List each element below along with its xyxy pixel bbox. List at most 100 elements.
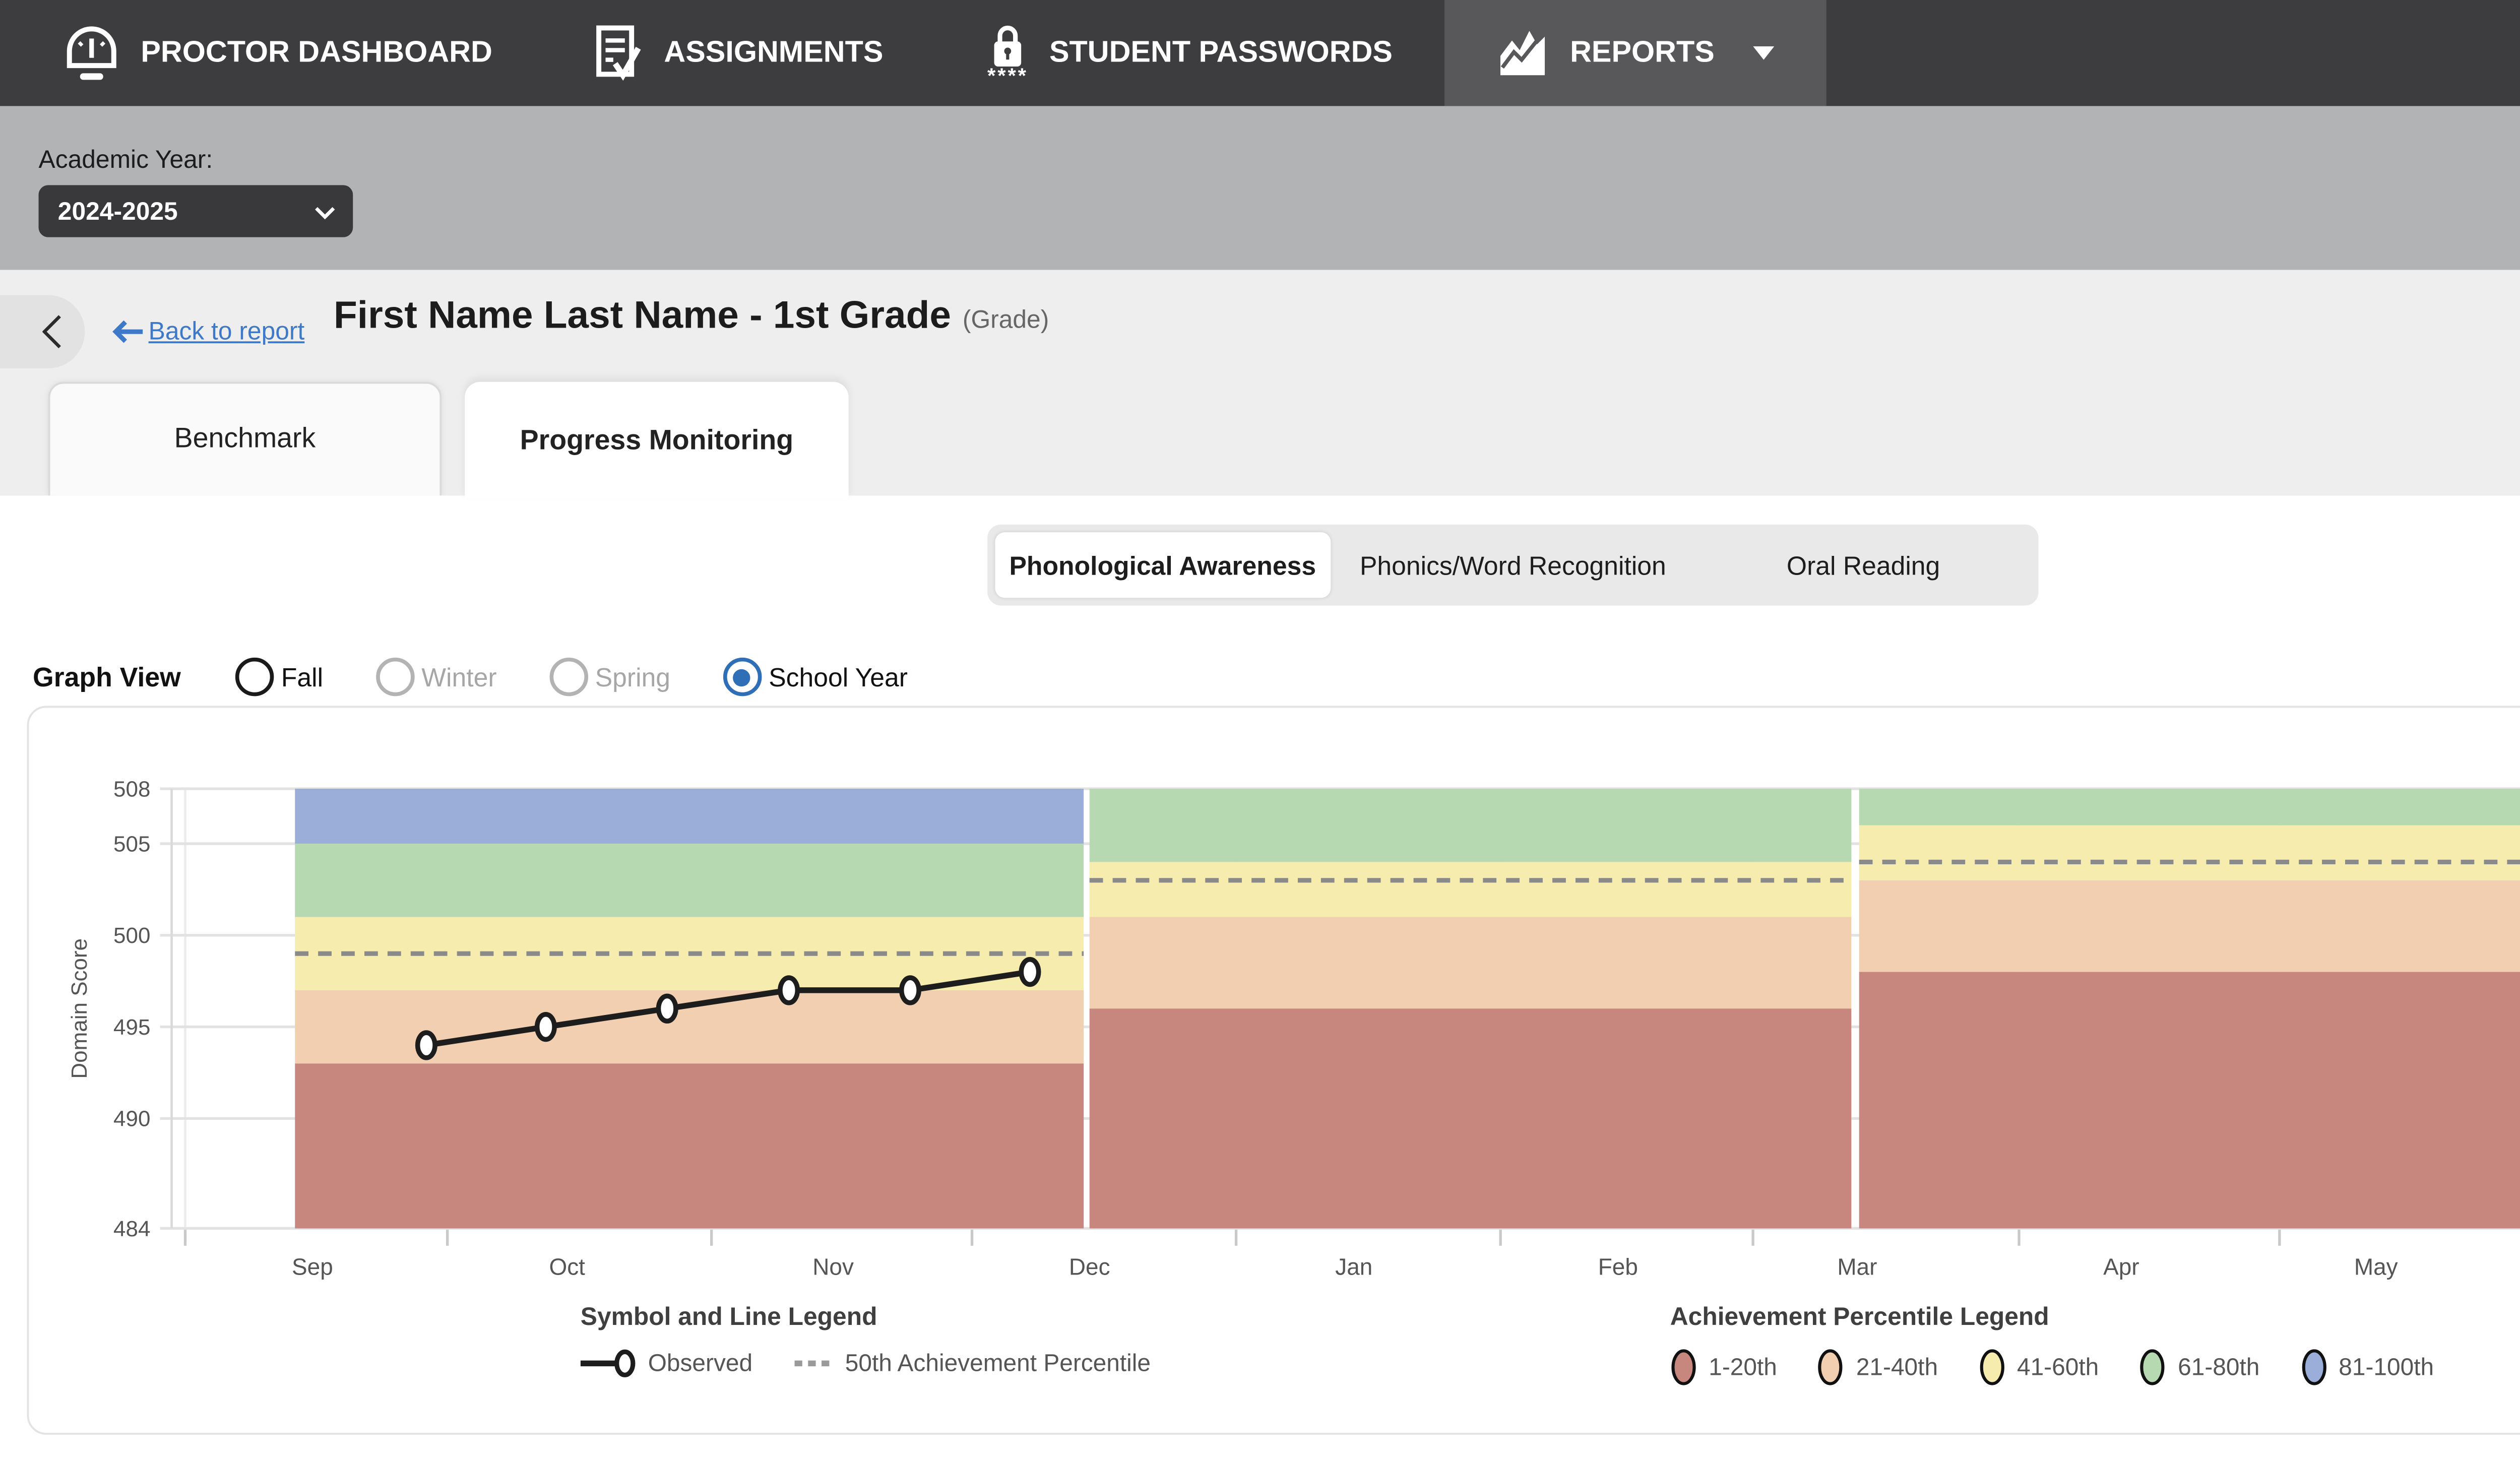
percentile-band — [1090, 917, 1852, 1009]
percentile-band — [1090, 862, 1852, 917]
student-name-grade: First Name Last Name - 1st Grade — [334, 295, 951, 337]
percentile-band — [1090, 1008, 1852, 1228]
chevron-down-icon — [314, 206, 336, 220]
radio-fall[interactable]: Fall — [235, 658, 323, 696]
radio-circle — [235, 658, 274, 696]
tab-label: Progress Monitoring — [520, 425, 794, 456]
x-tick-label: Feb — [1598, 1253, 1638, 1280]
legend-item-label: 1-20th — [1709, 1354, 1777, 1381]
x-tick-label: Oct — [549, 1253, 586, 1280]
subtab-phonological-awareness[interactable]: Phonological Awareness — [995, 532, 1330, 598]
percentile-swatch-icon — [2300, 1348, 2327, 1387]
percentile-swatch-icon — [2139, 1348, 2167, 1387]
prev-page-button[interactable] — [0, 295, 85, 368]
subtab-label: Phonics/Word Recognition — [1360, 550, 1666, 579]
radio-winter: Winter — [375, 658, 496, 696]
progress-chart: 508505500495490484Domain ScoreSepOctNovD… — [29, 708, 2520, 1286]
p50-label: 50th Achievement Percentile — [845, 1350, 1151, 1377]
legend-item-label: 81-100th — [2339, 1354, 2434, 1381]
radio-circle — [375, 658, 414, 696]
nav-label: ASSIGNMENTS — [664, 36, 883, 71]
x-tick-label: Sep — [292, 1253, 333, 1280]
y-tick-label: 508 — [113, 777, 150, 801]
radio-spring: Spring — [549, 658, 670, 696]
chevron-down-icon — [1753, 46, 1774, 60]
legend-item-label: 61-80th — [2178, 1354, 2259, 1381]
domain-subtab-bar: Phonological Awareness Phonics/Word Reco… — [987, 525, 2038, 606]
y-axis-title: Domain Score — [67, 938, 92, 1079]
toolbar: Academic Year: 2024-2025 Print — [0, 106, 2520, 270]
y-tick-label: 495 — [113, 1015, 150, 1040]
academic-year-value: 2024-2025 — [58, 197, 178, 225]
percentile-band — [1090, 789, 1852, 862]
observed-point — [1021, 960, 1038, 985]
achievement-percentile-legend: Achievement Percentile Legend 1-20th21-4… — [1670, 1302, 2475, 1386]
x-tick-label: Jan — [1335, 1253, 1372, 1280]
nav-label: STUDENT PASSWORDS — [1049, 36, 1393, 71]
arrow-left-icon — [110, 319, 145, 342]
graph-view-row: Graph View Fall Winter Spring School Yea… — [33, 650, 960, 704]
radio-label: Winter — [421, 662, 496, 691]
checklist-icon — [596, 25, 643, 81]
legend-item-1-20th: 1-20th — [1670, 1348, 1777, 1387]
x-tick-label: Apr — [2103, 1253, 2139, 1280]
legend-item-label: 41-60th — [2017, 1354, 2099, 1381]
percentile-band — [295, 844, 1084, 917]
observed-line-icon — [581, 1348, 639, 1379]
chevron-left-icon — [42, 314, 61, 349]
password-stars: **** — [987, 70, 1028, 85]
chart-card: 508505500495490484Domain ScoreSepOctNovD… — [27, 706, 2520, 1434]
y-tick-label: 484 — [113, 1217, 150, 1241]
observed-label: Observed — [648, 1350, 752, 1377]
legend-item-41-60th: 41-60th — [1978, 1348, 2099, 1387]
percentile-band — [1859, 880, 2520, 972]
observed-point — [659, 996, 676, 1021]
radio-label: Fall — [281, 662, 323, 691]
gauge-icon — [64, 23, 119, 83]
radio-circle — [549, 658, 588, 696]
lock-icon: **** — [987, 21, 1028, 85]
back-to-report-link[interactable]: Back to report — [110, 316, 304, 345]
top-nav: PROCTOR DASHBOARD ASSIGNMENTS — [0, 0, 2520, 106]
percentile-band — [295, 1063, 1084, 1228]
academic-year-select[interactable]: 2024-2025 — [39, 185, 353, 237]
observed-point — [418, 1033, 435, 1058]
radio-label: School Year — [769, 662, 908, 691]
percentile-swatch-icon — [1670, 1348, 1697, 1387]
subtab-oral-reading[interactable]: Oral Reading — [1696, 532, 2031, 598]
radio-circle — [722, 658, 761, 696]
title-suffix: (Grade) — [963, 305, 1049, 334]
observed-point — [780, 978, 797, 1003]
dashed-line-icon — [795, 1348, 834, 1379]
screen: PROCTOR DASHBOARD ASSIGNMENTS — [0, 0, 2520, 1461]
x-tick-label: Dec — [1069, 1253, 1110, 1280]
symbol-legend-header: Symbol and Line Legend — [581, 1302, 1151, 1330]
radio-school-year[interactable]: School Year — [722, 658, 908, 696]
percentile-swatch-icon — [1978, 1348, 2005, 1387]
legend-item-61-80th: 61-80th — [2139, 1348, 2260, 1387]
percentile-band — [295, 990, 1084, 1063]
tab-progress-monitoring[interactable]: Progress Monitoring — [465, 382, 848, 499]
x-tick-label: Nov — [812, 1253, 854, 1280]
subtab-phonics-word-recognition[interactable]: Phonics/Word Recognition — [1346, 532, 1681, 598]
legend-item-81-100th: 81-100th — [2300, 1348, 2434, 1387]
nav-item-student-passwords[interactable]: **** STUDENT PASSWORDS — [935, 0, 1445, 106]
area-chart-icon — [1497, 27, 1549, 79]
nav-label: PROCTOR DASHBOARD — [141, 36, 492, 71]
tab-benchmark[interactable]: Benchmark — [48, 382, 442, 496]
legend-item-label: 21-40th — [1856, 1354, 1938, 1381]
percentile-band — [295, 789, 1084, 844]
nav-item-reports[interactable]: REPORTS — [1444, 0, 1826, 106]
nav-item-proctor-dashboard[interactable]: PROCTOR DASHBOARD — [0, 0, 544, 106]
back-link-label: Back to report — [149, 316, 305, 345]
nav-item-assignments[interactable]: ASSIGNMENTS — [544, 0, 935, 106]
percentile-band — [1859, 825, 2520, 880]
percentile-band — [1859, 789, 2520, 825]
percentile-swatch-icon — [1817, 1348, 1845, 1387]
nav-label: REPORTS — [1570, 36, 1715, 71]
y-tick-label: 490 — [113, 1107, 150, 1131]
subtab-label: Phonological Awareness — [1009, 550, 1316, 579]
x-tick-label: May — [2354, 1253, 2398, 1280]
symbol-line-legend: Symbol and Line Legend Observed 50th Ach… — [581, 1302, 1151, 1379]
page-title: First Name Last Name - 1st Grade (Grade) — [334, 295, 1049, 339]
